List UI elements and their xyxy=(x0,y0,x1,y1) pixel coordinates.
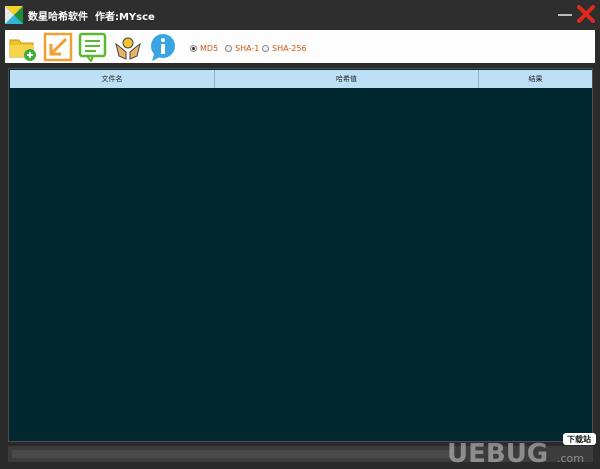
radio-dot xyxy=(225,44,232,52)
horizontal-scrollbar[interactable] xyxy=(12,450,452,458)
file-hash-table[interactable]: 文件名 哈希值 结果 xyxy=(8,68,593,442)
watermark-text: UEBUG xyxy=(447,439,548,469)
radio-dot xyxy=(262,44,269,52)
title-bar: 数星哈希软件 作者:MYsce xyxy=(0,0,600,30)
watermark-suffix: .com xyxy=(557,452,584,465)
column-header-filename[interactable]: 文件名 xyxy=(10,70,215,88)
radio-md5[interactable]: MD5 xyxy=(190,41,218,55)
radio-label: MD5 xyxy=(200,43,219,53)
radio-label: SHA-1 xyxy=(235,43,260,53)
column-header-hash[interactable]: 哈希值 xyxy=(215,70,479,88)
toolbar: MD5 SHA-1 SHA-256 xyxy=(5,30,595,63)
arrow-down-left-icon[interactable] xyxy=(43,32,73,62)
close-icon[interactable] xyxy=(576,4,596,24)
info-bubble-icon[interactable] xyxy=(148,32,178,62)
radio-label: SHA-256 xyxy=(272,43,307,53)
window-title: 数星哈希软件 作者:MYsce xyxy=(28,12,155,23)
hands-coin-icon[interactable] xyxy=(113,32,143,62)
radio-dot xyxy=(190,44,197,52)
table-header: 文件名 哈希值 结果 xyxy=(10,70,592,88)
minimize-button[interactable] xyxy=(556,10,574,20)
radio-sha1[interactable]: SHA-1 xyxy=(225,41,259,55)
watermark-logo: UEBUG .com 下载站 xyxy=(447,433,596,469)
radio-sha256[interactable]: SHA-256 xyxy=(262,41,307,55)
folder-add-icon[interactable] xyxy=(8,32,38,62)
app-logo-icon xyxy=(5,6,23,24)
watermark-badge: 下载站 xyxy=(567,434,591,444)
column-header-result[interactable]: 结果 xyxy=(479,70,592,88)
document-list-icon[interactable] xyxy=(78,32,108,62)
